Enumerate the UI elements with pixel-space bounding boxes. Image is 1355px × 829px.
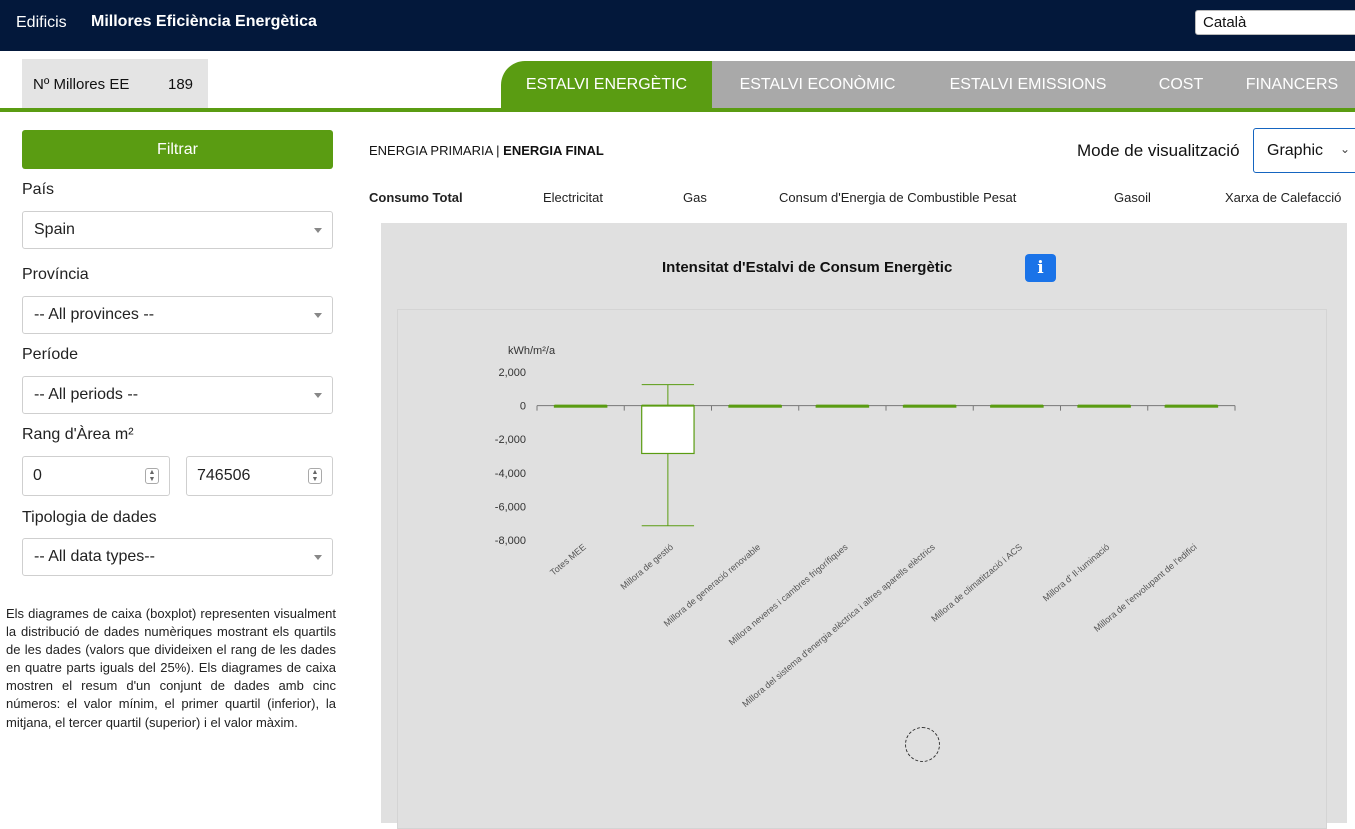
data-type-value: -- All data types-- [34,548,155,565]
area-min-value: 0 [33,467,42,484]
y-tick-label: -2,000 [495,434,526,446]
subtab-heavy-fuel[interactable]: Consum d'Energia de Combustible Pesat [779,190,1016,205]
tabs-underline [0,108,1355,112]
y-tick-label: -6,000 [495,501,526,513]
period-select[interactable]: -- All periods -- [22,376,333,414]
page-title: Millores Eficiència Energètica [91,13,317,30]
subtab-diesel[interactable]: Gasoil [1114,190,1151,205]
chevron-down-icon [314,393,322,398]
energy-separator: | [492,143,504,158]
area-max-value: 746506 [197,467,251,484]
brand-link[interactable]: Edificis [16,14,67,32]
counter-value: 189 [168,76,194,93]
chevron-down-icon [314,313,322,318]
energy-primary-link[interactable]: ENERGIA PRIMARIA [369,143,493,158]
country-select[interactable]: Spain [22,211,333,249]
x-category-label: Millora d' Il·luminació [1041,542,1112,603]
data-type-select[interactable]: -- All data types-- [22,538,333,576]
area-min-input[interactable]: 0 ▲ ▼ [22,456,170,496]
filter-button[interactable]: Filtrar [22,130,333,169]
language-select[interactable]: Català [1195,10,1355,35]
subtab-gas[interactable]: Gas [683,190,707,205]
y-tick-label: -4,000 [495,468,526,480]
chevron-down-icon [314,228,322,233]
country-label: País [22,181,55,198]
top-navbar: Edificis Millores Eficiència Energètica … [0,0,1355,51]
counter-label: Nº Millores EE [33,76,130,93]
y-axis-unit-label: kWh/m²/a [508,345,556,357]
country-value: Spain [34,221,75,238]
chart-title: Intensitat d'Estalvi de Consum Energètic [662,259,953,276]
y-tick-label: 2,000 [498,367,526,379]
visualization-mode-label: Mode de visualització [1077,141,1240,160]
energy-mode-toggle: ENERGIA PRIMARIA | ENERGIA FINAL [369,143,604,158]
subtab-total-consumption[interactable]: Consumo Total [369,190,463,205]
x-category-label: Millora de generació renovable [662,542,763,629]
tab-financial[interactable]: FINANCERS [1229,61,1355,108]
area-max-input[interactable]: 746506 ▲ ▼ [186,456,333,496]
energy-final-link[interactable]: ENERGIA FINAL [503,143,604,158]
subtab-district-heating[interactable]: Xarxa de Calefacció [1225,190,1341,205]
province-select[interactable]: -- All provinces -- [22,296,333,334]
chevron-down-icon: ⌄ [1339,142,1350,156]
loading-spinner-icon [905,727,940,762]
improvements-counter: Nº Millores EE 189 [22,59,208,108]
x-category-label: Millora de l'envolupant de l'edifici [1092,542,1199,634]
x-category-label: Millora de climatització i ACS [929,542,1024,624]
tab-economic-savings[interactable]: ESTALVI ECONÒMIC [712,61,923,108]
chevron-down-icon [314,555,322,560]
tab-energy-savings[interactable]: ESTALVI ENERGÈTIC [501,61,712,108]
boxplot-description: Els diagrames de caixa (boxplot) represe… [6,606,336,730]
visualization-mode-value: Graphic [1267,142,1324,159]
stepper-icon[interactable]: ▲ ▼ [145,468,159,484]
province-value: -- All provinces -- [34,306,155,323]
tab-cost[interactable]: COST [1133,61,1229,108]
y-tick-label: -8,000 [495,535,526,547]
box-rect [641,404,695,455]
x-category-label: Totes MEE [548,542,588,578]
x-category-label: Millora del sistema d'energia elèctrica … [740,542,937,710]
tab-emission-savings[interactable]: ESTALVI EMISSIONS [923,61,1133,108]
chart-container: kWh/m²/a 2,000 0 -2,000 -4,000 -6,000 -8,000 To… [397,309,1327,829]
y-tick-label: 0 [520,401,526,413]
area-range-label: Rang d'Àrea m² [22,426,134,443]
visualization-mode-select[interactable]: Graphic ⌄ [1253,128,1355,173]
subtab-electricity[interactable]: Electricitat [543,190,603,205]
period-value: -- All periods -- [34,386,139,403]
stepper-icon[interactable]: ▲ ▼ [308,468,322,484]
province-label: Província [22,266,89,283]
info-icon[interactable]: i [1025,254,1056,282]
boxplot-chart: kWh/m²/a 2,000 0 -2,000 -4,000 -6,000 -8,000 To… [495,345,1236,710]
x-category-label: Millora de gestió [619,542,676,592]
data-type-label: Tipologia de dades [22,509,157,526]
period-label: Període [22,346,79,363]
